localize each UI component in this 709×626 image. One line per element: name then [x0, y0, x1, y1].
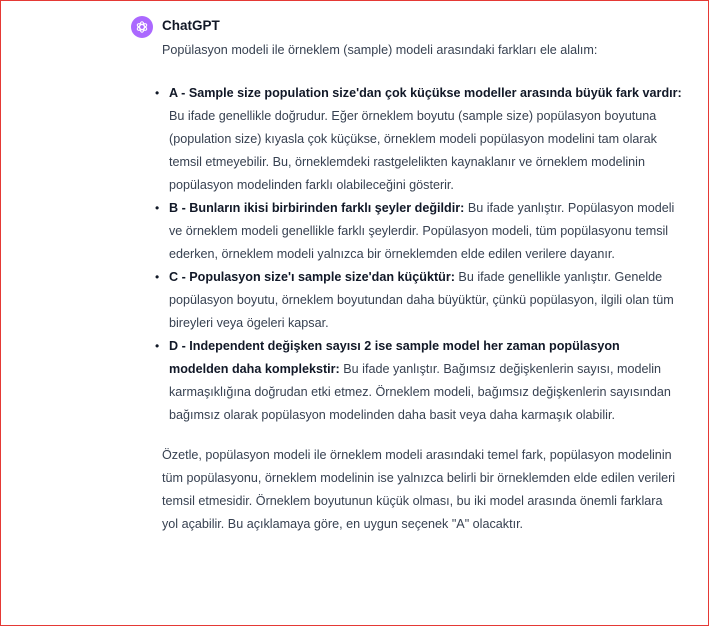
- intro-text: Popülasyon modeli ile örneklem (sample) …: [162, 43, 598, 57]
- bullet-icon: •: [155, 86, 160, 100]
- openai-logo-icon: [136, 21, 148, 33]
- bullet-icon: •: [155, 339, 160, 353]
- bullet-icon: •: [155, 201, 160, 215]
- list-item: • A - Sample size population size'dan ço…: [155, 82, 682, 197]
- option-text: Bu ifade genellikle doğrudur. Eğer örnek…: [169, 109, 657, 192]
- list-item: • B - Bunların ikisi birbirinden farklı …: [155, 197, 682, 266]
- list-item: • C - Populasyon size'ı sample size'dan …: [155, 266, 682, 335]
- bullet-icon: •: [155, 270, 160, 284]
- option-heading: C - Populasyon size'ı sample size'dan kü…: [169, 270, 455, 284]
- option-heading: B - Bunların ikisi birbirinden farklı şe…: [169, 201, 465, 215]
- message-content: Popülasyon modeli ile örneklem (sample) …: [155, 39, 682, 536]
- option-heading: A - Sample size population size'dan çok …: [169, 86, 682, 100]
- list-item: • D - Independent değişken sayısı 2 ise …: [155, 335, 682, 427]
- summary-text: Özetle, popülasyon modeli ile örneklem m…: [162, 448, 676, 531]
- sender-name: ChatGPT: [162, 18, 220, 33]
- avatar: [131, 16, 153, 38]
- answer-list: • A - Sample size population size'dan ço…: [155, 82, 682, 427]
